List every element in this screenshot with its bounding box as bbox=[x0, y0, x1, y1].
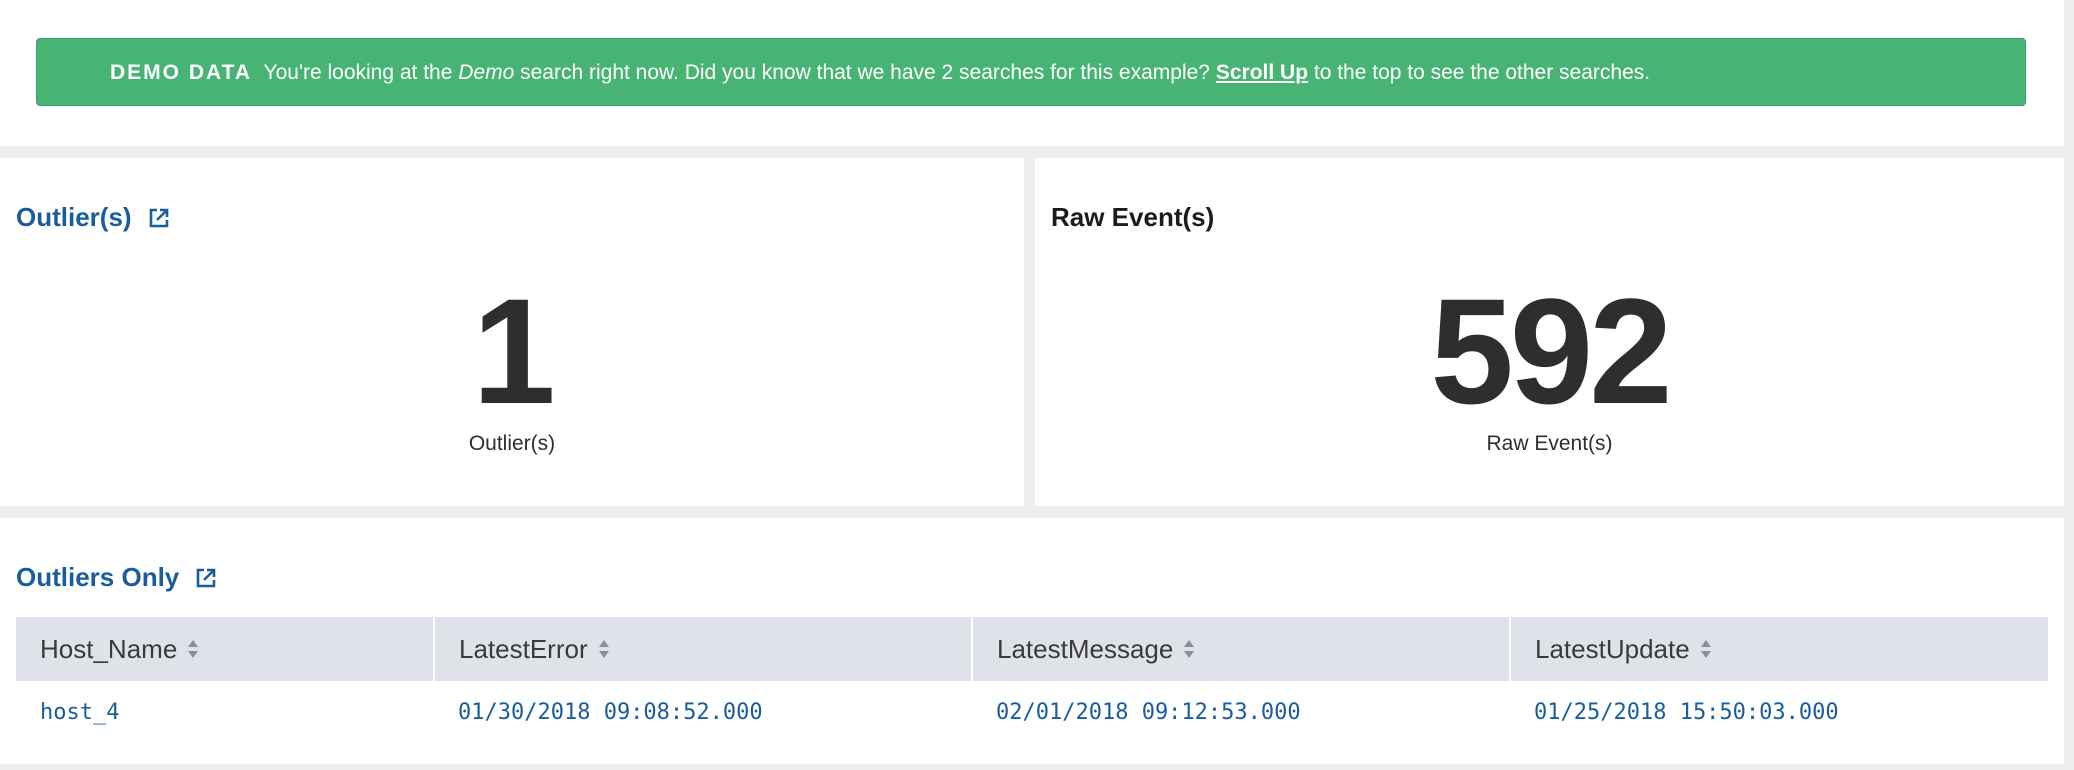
column-header-latest-error[interactable]: LatestError bbox=[434, 617, 973, 681]
sort-icon[interactable] bbox=[187, 638, 199, 660]
cell-latest-message[interactable]: 02/01/2018 09:12:53.000 bbox=[972, 681, 1510, 743]
outliers-panel-title-text[interactable]: Outlier(s) bbox=[16, 202, 132, 233]
table-row[interactable]: host_4 01/30/2018 09:08:52.000 02/01/201… bbox=[16, 681, 2048, 743]
outliers-table: Host_Name LatestError LatestMessage Late… bbox=[16, 617, 2048, 743]
table-header-row: Host_Name LatestError LatestMessage Late… bbox=[16, 617, 2048, 681]
cell-latest-update[interactable]: 01/25/2018 15:50:03.000 bbox=[1510, 681, 2048, 743]
cell-host-name[interactable]: host_4 bbox=[16, 681, 434, 743]
banner-text-before: You're looking at the bbox=[263, 61, 453, 84]
raw-events-count-label: Raw Event(s) bbox=[1486, 432, 1613, 455]
column-header-label: Host_Name bbox=[40, 633, 178, 664]
sort-icon[interactable] bbox=[598, 638, 610, 660]
column-header-latest-message[interactable]: LatestMessage bbox=[972, 617, 1511, 681]
sort-icon[interactable] bbox=[1700, 638, 1712, 660]
column-header-label: LatestUpdate bbox=[1535, 633, 1690, 664]
raw-events-panel: Raw Event(s) 592 Raw Event(s) bbox=[1035, 158, 2064, 506]
outliers-table-title-text[interactable]: Outliers Only bbox=[16, 562, 179, 593]
column-header-label: LatestMessage bbox=[997, 633, 1174, 664]
outliers-table-title[interactable]: Outliers Only bbox=[16, 562, 217, 593]
demo-data-banner: DEMO DATA You're looking at the Demo sea… bbox=[36, 38, 2026, 106]
banner-panel: DEMO DATA You're looking at the Demo sea… bbox=[0, 0, 2064, 146]
outliers-count-value[interactable]: 1 bbox=[0, 276, 1024, 426]
scroll-up-link[interactable]: Scroll Up bbox=[1216, 61, 1308, 84]
external-link-icon[interactable] bbox=[148, 207, 170, 229]
column-header-latest-update[interactable]: LatestUpdate bbox=[1510, 617, 2048, 681]
outliers-count-label: Outlier(s) bbox=[468, 432, 556, 455]
column-header-label: LatestError bbox=[459, 633, 588, 664]
banner-text-middle: search right now. Did you know that we h… bbox=[520, 61, 1210, 84]
outliers-panel: Outlier(s) 1 Outlier(s) bbox=[0, 158, 1024, 506]
raw-events-count-value[interactable]: 592 bbox=[1035, 276, 2064, 426]
demo-data-tag: DEMO DATA bbox=[110, 61, 253, 84]
external-link-icon[interactable] bbox=[195, 567, 217, 589]
sort-icon[interactable] bbox=[1183, 638, 1195, 660]
cell-latest-error[interactable]: 01/30/2018 09:08:52.000 bbox=[434, 681, 972, 743]
column-header-host-name[interactable]: Host_Name bbox=[16, 617, 435, 681]
banner-emphasis: Demo bbox=[458, 61, 515, 84]
raw-events-panel-title: Raw Event(s) bbox=[1051, 202, 1215, 232]
outliers-panel-title[interactable]: Outlier(s) bbox=[16, 202, 170, 233]
outliers-table-panel: Outliers Only Host_Name LatestError Late… bbox=[0, 518, 2064, 764]
banner-text-after: to the top to see the other searches. bbox=[1313, 61, 1651, 84]
